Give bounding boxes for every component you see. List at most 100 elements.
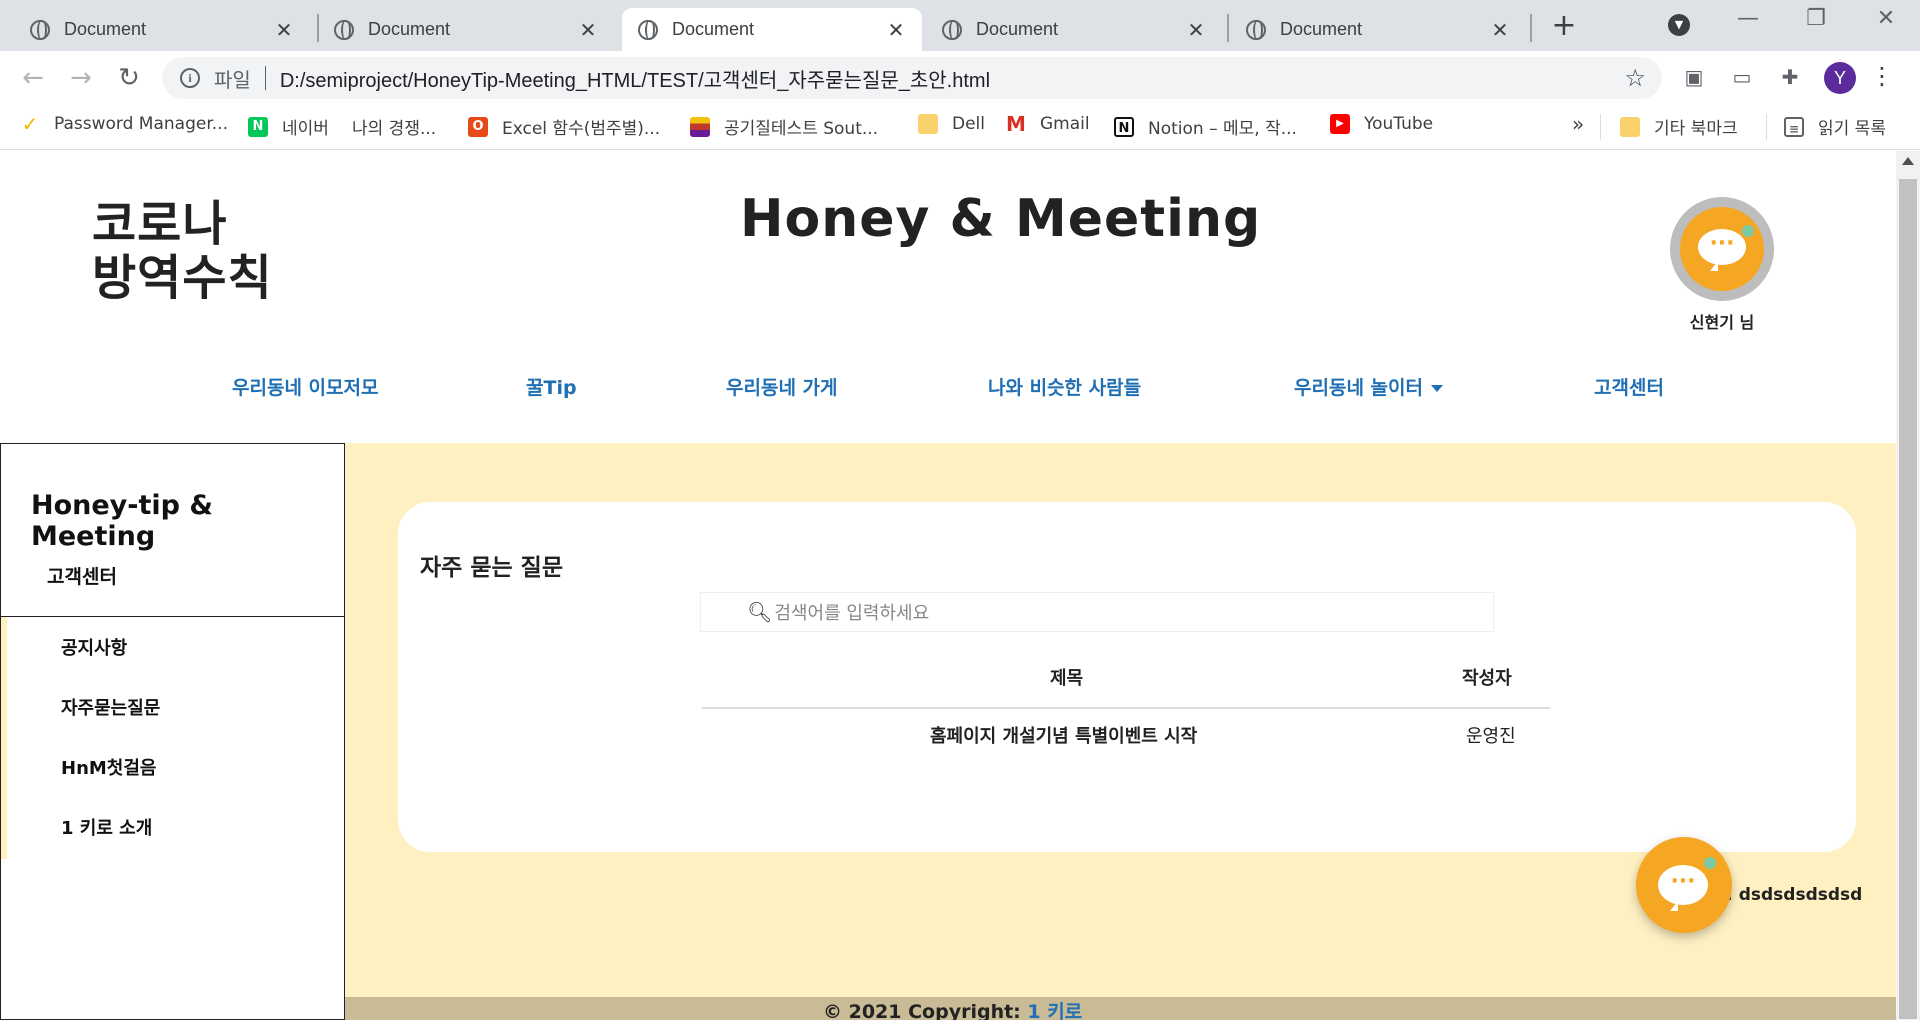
- tab-title: Document: [368, 19, 451, 39]
- footer-link[interactable]: 1 키로: [1027, 1001, 1082, 1020]
- new-tab-button[interactable]: +: [1548, 8, 1580, 44]
- sidebar-item-notice[interactable]: 공지사항: [61, 634, 127, 660]
- site-title[interactable]: Honey & Meeting: [740, 189, 1261, 249]
- folder-icon: [918, 114, 938, 134]
- faq-search-input[interactable]: 🔍︎ 검색어를 입력하세요: [700, 592, 1494, 632]
- bookmark-label: 나의 경쟁...: [352, 119, 437, 139]
- browser-toolbar: ← → ↻ i 파일 D:/semiproject/HoneyTip-Meeti…: [0, 51, 1920, 105]
- minimize-icon[interactable]: —: [1728, 6, 1768, 31]
- extension-cast-icon[interactable]: ▭: [1728, 65, 1756, 89]
- caret-down-icon: [1430, 385, 1443, 392]
- sidebar-item-intro[interactable]: 1 키로 소개: [61, 814, 152, 840]
- tab-search-icon[interactable]: ▼: [1668, 14, 1690, 36]
- bookmark-air-quality[interactable]: 공기질테스트 Sout...: [690, 114, 878, 139]
- nav-similar-people[interactable]: 나와 비슷한 사람들: [988, 373, 1141, 400]
- browser-tab[interactable]: Document ✕: [1230, 8, 1526, 51]
- sidebar-item-first-steps[interactable]: HnM첫걸음: [61, 754, 156, 780]
- reading-list[interactable]: ≡ 읽기 목록: [1784, 114, 1886, 139]
- bookmark-password-manager[interactable]: ✓ Password Manager...: [20, 114, 228, 134]
- extension-pocket-icon[interactable]: ▣: [1680, 65, 1708, 89]
- notion-icon: N: [1114, 116, 1134, 137]
- globe-icon: [638, 19, 658, 40]
- bookmark-label: Dell: [952, 114, 985, 134]
- sidebar-title: Honey-tip & Meeting: [31, 490, 213, 552]
- browser-tab-active[interactable]: Document ✕: [622, 8, 922, 51]
- browser-tab[interactable]: Document ✕: [318, 8, 614, 51]
- bookmark-naver[interactable]: N 네이버: [248, 114, 329, 139]
- faq-card: 자주 묻는 질문 🔍︎ 검색어를 입력하세요 제목 작성자 홈페이지 개설기념 …: [398, 502, 1856, 852]
- bookmark-excel[interactable]: O Excel 함수(범주별)...: [468, 114, 660, 139]
- other-bookmarks[interactable]: 기타 북마크: [1620, 114, 1738, 139]
- browser-menu-icon[interactable]: ⋮: [1870, 62, 1894, 90]
- nav-honey-tip[interactable]: 꿀Tip: [526, 373, 577, 400]
- bookmark-label: Excel 함수(범주별)...: [502, 119, 661, 139]
- sidebar-item-faq[interactable]: 자주묻는질문: [61, 694, 160, 720]
- forward-icon[interactable]: →: [64, 61, 98, 95]
- url-text[interactable]: D:/semiproject/HoneyTip-Meeting_HTML/TES…: [280, 64, 1625, 93]
- bookmark-competition[interactable]: 나의 경쟁...: [352, 114, 436, 139]
- bookmarks-overflow-button[interactable]: »: [1572, 112, 1584, 136]
- close-icon[interactable]: ✕: [1490, 18, 1510, 42]
- user-name: 신현기 님: [1689, 313, 1755, 332]
- corona-line-2: 방역수칙: [92, 250, 273, 306]
- table-header-divider: [702, 707, 1550, 709]
- bookmark-star-icon[interactable]: ☆: [1624, 64, 1646, 92]
- close-icon[interactable]: ✕: [274, 18, 294, 42]
- user-chat-avatar[interactable]: ···: [1670, 197, 1774, 301]
- search-placeholder: 검색어를 입력하세요: [774, 603, 930, 624]
- close-icon[interactable]: ✕: [1186, 18, 1206, 42]
- back-icon[interactable]: ←: [16, 61, 50, 95]
- scroll-up-arrow-icon[interactable]: [1902, 157, 1914, 165]
- bookmark-label: YouTube: [1364, 114, 1434, 134]
- chat-bubble-icon: ···: [1698, 229, 1746, 271]
- close-icon[interactable]: ✕: [886, 18, 906, 42]
- tab-strip: Document ✕ Document ✕ Document ✕ Documen…: [0, 0, 1920, 51]
- tab-title: Document: [64, 19, 147, 39]
- bookmark-youtube[interactable]: ▶ YouTube: [1330, 114, 1433, 134]
- nav-neighborhood-shops[interactable]: 우리동네 가게: [726, 373, 838, 400]
- globe-icon: [942, 19, 962, 40]
- floating-chat-button[interactable]: ···: [1636, 837, 1732, 933]
- bookmark-gmail[interactable]: M Gmail: [1006, 114, 1090, 134]
- globe-icon: [1246, 19, 1266, 40]
- web-page: 코로나 방역수칙 Honey & Meeting ··· 신현기 님 우리동네 …: [0, 151, 1896, 1020]
- sidebar-divider: [1, 616, 344, 617]
- copyright-text: © 2021 Copyright:: [823, 1001, 1028, 1020]
- bookmark-label: Gmail: [1040, 114, 1090, 134]
- info-icon[interactable]: i: [180, 68, 200, 88]
- restore-icon[interactable]: ❐: [1796, 6, 1836, 31]
- omnibox-divider: [264, 66, 266, 90]
- profile-avatar[interactable]: Y: [1824, 62, 1856, 94]
- reload-icon[interactable]: ↻: [112, 61, 146, 95]
- bookmark-label: 읽기 목록: [1818, 119, 1886, 139]
- tab-title: Document: [672, 19, 755, 39]
- page-scrollbar[interactable]: [1896, 151, 1920, 1020]
- bookmark-label: Notion – 메모, 작...: [1148, 119, 1297, 139]
- address-bar[interactable]: i 파일 D:/semiproject/HoneyTip-Meeting_HTM…: [162, 57, 1662, 99]
- tab-title: Document: [976, 19, 1059, 39]
- reading-list-icon: ≡: [1784, 116, 1804, 137]
- search-icon: 🔍︎: [747, 600, 773, 624]
- scroll-thumb[interactable]: [1899, 179, 1917, 1019]
- nav-playground-dropdown[interactable]: 우리동네 놀이터: [1294, 373, 1443, 400]
- footer-copyright: © 2021 Copyright: 1 키로: [823, 997, 1082, 1020]
- folder-icon: [1620, 116, 1640, 137]
- bookmark-label: 네이버: [282, 119, 329, 139]
- tab-title: Document: [1280, 19, 1363, 39]
- nav-customer-center[interactable]: 고객센터: [1594, 373, 1664, 400]
- close-icon[interactable]: ✕: [578, 18, 598, 42]
- window-close-icon[interactable]: ✕: [1866, 6, 1906, 31]
- sidebar-accent-bar: [1, 617, 7, 859]
- faq-row-title[interactable]: 홈페이지 개설기념 특별이벤트 시작: [930, 722, 1197, 748]
- extensions-puzzle-icon[interactable]: ✚: [1776, 65, 1804, 89]
- browser-tab[interactable]: Document ✕: [14, 8, 310, 51]
- chat-bubble-icon: ···: [1658, 865, 1708, 911]
- bookmark-notion[interactable]: N Notion – 메모, 작...: [1114, 114, 1297, 139]
- nav-neighborhood-news[interactable]: 우리동네 이모저모: [232, 373, 378, 400]
- bookmark-dell[interactable]: Dell: [918, 114, 985, 134]
- browser-tab[interactable]: Document ✕: [926, 8, 1222, 51]
- corona-rules-link[interactable]: 코로나 방역수칙: [92, 197, 273, 305]
- tab-separator: [1530, 14, 1532, 42]
- chat-preview-text: : dsdsdsdsdsd: [1726, 885, 1863, 905]
- sidebar: Honey-tip & Meeting 고객센터 공지사항 자주묻는질문 HnM…: [0, 443, 345, 1020]
